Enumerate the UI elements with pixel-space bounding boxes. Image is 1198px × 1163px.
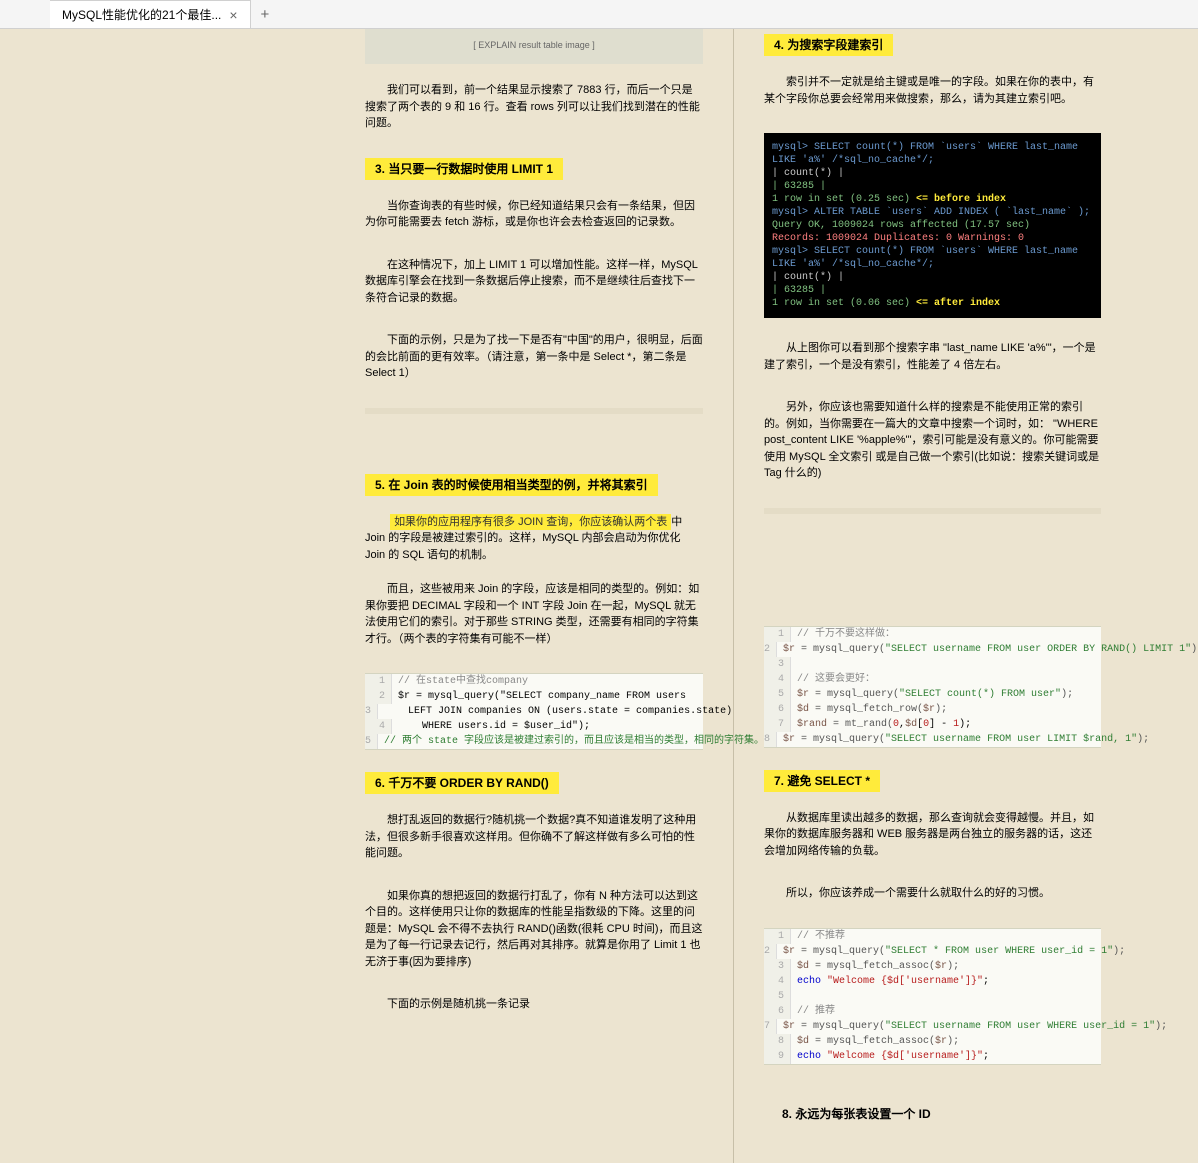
term-line: | 63285 | bbox=[772, 284, 1093, 297]
browser-tabbar: MySQL性能优化的21个最佳... × + bbox=[0, 0, 1198, 29]
term-line: Records: 1009024 Duplicates: 0 Warnings:… bbox=[772, 232, 1093, 245]
paragraph: 所以，你应该养成一个需要什么就取什么的好的习惯。 bbox=[764, 885, 1101, 902]
browser-tab-active[interactable]: MySQL性能优化的21个最佳... × bbox=[50, 0, 251, 28]
heading-wrap: 4. 为搜索字段建索引 bbox=[764, 34, 1101, 56]
page-content: [ EXPLAIN result table image ] 我们可以看到，前一… bbox=[0, 0, 1198, 1163]
paragraph: 而且，这些被用来 Join 的字段，应该是相同的类型的。例如：如果你要把 DEC… bbox=[365, 581, 703, 647]
tabbar-spacer bbox=[0, 0, 50, 28]
code-block-join: 1// 在state中查找company2$r = mysql_query("S… bbox=[365, 673, 703, 750]
left-column: [ EXPLAIN result table image ] 我们可以看到，前一… bbox=[335, 28, 733, 1163]
right-column: 4. 为搜索字段建索引 索引并不一定就是给主键或是唯一的字段。如果在你的表中，有… bbox=[733, 28, 1131, 1163]
term-line: | count(*) | bbox=[772, 271, 1093, 284]
heading-3: 3. 当只要一行数据时使用 LIMIT 1 bbox=[365, 158, 563, 180]
explain-result-image: [ EXPLAIN result table image ] bbox=[365, 28, 703, 64]
paragraph: 另外，你应该也需要知道什么样的搜索是不能使用正常的索引的。例如，当你需要在一篇大… bbox=[764, 399, 1101, 482]
page-separator bbox=[365, 408, 703, 414]
heading-5: 5. 在 Join 表的时候使用相当类型的例，并将其索引 bbox=[365, 474, 658, 496]
code-block-select: 1// 不推荐2$r = mysql_query("SELECT * FROM … bbox=[764, 928, 1101, 1065]
paragraph: 想打乱返回的数据行?随机挑一个数据?真不知道谁发明了这种用法，但很多新手很喜欢这… bbox=[365, 812, 703, 862]
terminal-output: mysql> SELECT count(*) FROM `users` WHER… bbox=[764, 133, 1101, 318]
heading-6: 6. 千万不要 ORDER BY RAND() bbox=[365, 772, 559, 794]
heading-7: 7. 避免 SELECT * bbox=[764, 770, 880, 792]
term-line: mysql> SELECT count(*) FROM `users` WHER… bbox=[772, 245, 1093, 271]
term-line: 1 row in set (0.25 sec) <= before index bbox=[772, 193, 1093, 206]
term-line: mysql> ALTER TABLE `users` ADD INDEX ( `… bbox=[772, 206, 1093, 219]
term-line: Query OK, 1009024 rows affected (17.57 s… bbox=[772, 219, 1093, 232]
code-block-rand: 1// 千万不要这样做：2$r = mysql_query("SELECT us… bbox=[764, 626, 1101, 748]
highlighted-text: 如果你的应用程序有很多 JOIN 查询，你应该确认两个表 bbox=[390, 514, 671, 531]
paragraph: 索引并不一定就是给主键或是唯一的字段。如果在你的表中，有某个字段你总要会经常用来… bbox=[764, 74, 1101, 107]
paragraph: 当你查询表的有些时候，你已经知道结果只会有一条结果，但因为你可能需要去 fetc… bbox=[365, 198, 703, 231]
paragraph: 我们可以看到，前一个结果显示搜索了 7883 行，而后一个只是搜索了两个表的 9… bbox=[365, 82, 703, 132]
new-tab-button[interactable]: + bbox=[251, 0, 280, 28]
left-gutter bbox=[0, 28, 335, 1163]
close-icon[interactable]: × bbox=[229, 7, 237, 23]
page-separator bbox=[764, 508, 1101, 514]
heading-4: 4. 为搜索字段建索引 bbox=[764, 34, 893, 56]
paragraph: 如果你的应用程序有很多 JOIN 查询，你应该确认两个表中 Join 的字段是被… bbox=[365, 514, 703, 564]
heading-8: 8. 永远为每张表设置一个 ID bbox=[764, 1105, 1101, 1123]
term-line: 1 row in set (0.06 sec) <= after index bbox=[772, 297, 1093, 310]
term-line: | 63285 | bbox=[772, 180, 1093, 193]
paragraph: 从上图你可以看到那个搜索字串 "last_name LIKE 'a%'"，一个是… bbox=[764, 340, 1101, 373]
plus-icon: + bbox=[261, 6, 270, 23]
term-line: | count(*) | bbox=[772, 167, 1093, 180]
paragraph: 在这种情况下，加上 LIMIT 1 可以增加性能。这样一样，MySQL 数据库引… bbox=[365, 257, 703, 307]
paragraph: 从数据库里读出越多的数据，那么查询就会变得越慢。并且，如果你的数据库服务器和 W… bbox=[764, 810, 1101, 860]
paragraph: 下面的示例，只是为了找一下是否有"中国"的用户，很明显，后面的会比前面的更有效率… bbox=[365, 332, 703, 382]
term-line: mysql> SELECT count(*) FROM `users` WHER… bbox=[772, 141, 1093, 167]
tab-title: MySQL性能优化的21个最佳... bbox=[62, 6, 221, 23]
paragraph: 下面的示例是随机挑一条记录 bbox=[365, 996, 703, 1013]
